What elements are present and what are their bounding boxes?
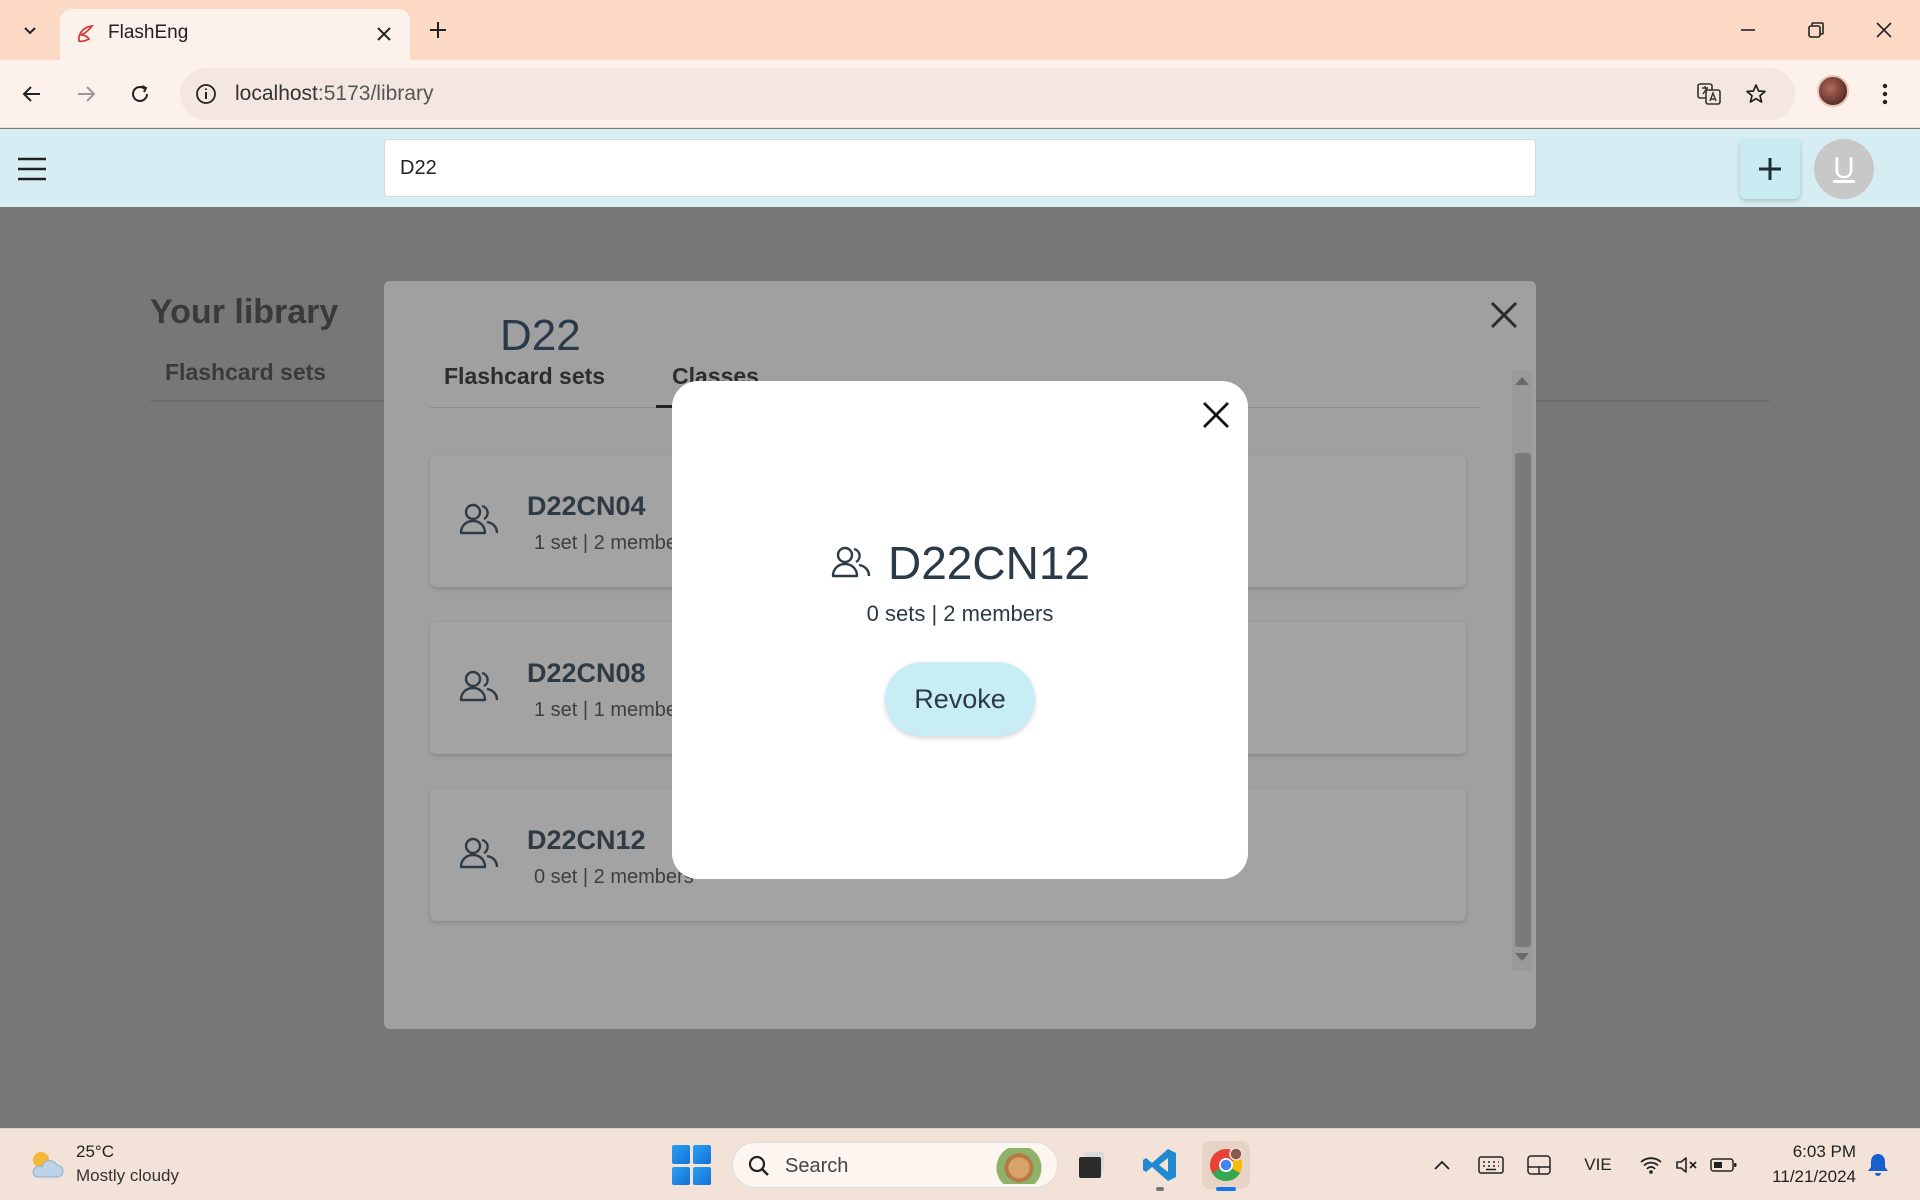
close-window-button[interactable]: [1864, 10, 1904, 50]
show-hidden-icons-chevron-up-icon[interactable]: [1428, 1151, 1456, 1179]
reload-icon: [132, 85, 148, 102]
site-info-icon[interactable]: [194, 82, 218, 106]
arrow-right-icon: [78, 86, 96, 102]
users-icon: [459, 837, 499, 869]
active-indicator: [1216, 1187, 1236, 1191]
close-tab-icon[interactable]: [372, 22, 396, 46]
close-icon[interactable]: [1196, 395, 1236, 435]
touchpad-icon[interactable]: [1524, 1151, 1554, 1179]
url-path: :5173/library: [317, 82, 434, 105]
plus-icon: [1759, 158, 1781, 180]
class-meta: 1 set | 2 members: [534, 532, 694, 554]
arrow-left-icon: [22, 86, 40, 102]
close-icon: [1876, 22, 1892, 38]
class-name: D22CN12: [527, 825, 646, 855]
taskbar-search-label: Search: [785, 1155, 849, 1177]
class-name: D22CN04: [527, 491, 646, 521]
keyboard-icon[interactable]: [1476, 1151, 1506, 1179]
class-detail-dialog: D22CN12 0 sets | 2 members Revoke: [672, 381, 1248, 879]
input-language[interactable]: VIE: [1578, 1151, 1618, 1179]
browser-tab-bar: FlashEng: [0, 0, 1920, 60]
search-highlight-image: [991, 1148, 1047, 1184]
tab-title: FlashEng: [108, 22, 189, 43]
browser-menu-icon[interactable]: [1870, 74, 1900, 114]
battery-icon[interactable]: [1708, 1151, 1740, 1179]
start-button[interactable]: [672, 1145, 712, 1185]
volume-muted-icon[interactable]: [1672, 1151, 1702, 1179]
class-name: D22CN08: [527, 658, 646, 688]
bookmark-star-icon[interactable]: [1742, 80, 1770, 108]
browser-profile-avatar[interactable]: [1817, 75, 1849, 107]
taskbar-search[interactable]: Search: [732, 1142, 1058, 1188]
vscode-icon: [1143, 1149, 1176, 1181]
address-bar[interactable]: localhost:5173/library: [180, 68, 1795, 120]
users-icon: [459, 503, 499, 535]
wifi-icon[interactable]: [1636, 1151, 1666, 1179]
chrome-icon: [1210, 1147, 1243, 1181]
hamburger-menu-icon[interactable]: [14, 151, 50, 187]
windows-logo-tile: [693, 1145, 711, 1164]
windows-logo-tile: [672, 1166, 690, 1185]
reload-button[interactable]: [120, 74, 160, 114]
new-tab-button[interactable]: [420, 12, 456, 48]
close-icon[interactable]: [1484, 295, 1524, 335]
flasheng-favicon-icon: [78, 24, 94, 43]
clock-date[interactable]: 11/21/2024: [1756, 1167, 1856, 1187]
class-meta: 1 set | 1 member: [534, 699, 684, 721]
restore-button[interactable]: [1796, 10, 1836, 50]
revoke-button[interactable]: Revoke: [885, 662, 1035, 736]
url-host: localhost: [235, 82, 318, 105]
scroll-up-arrow-icon[interactable]: [1515, 377, 1529, 385]
weather-temperature: 25°C: [76, 1142, 114, 1161]
clock-time[interactable]: 6:03 PM: [1760, 1142, 1856, 1162]
tab-flashcard-sets[interactable]: Flashcard sets: [444, 363, 605, 390]
page-title: Your library: [150, 293, 339, 331]
class-meta: 0 sets | 2 members: [866, 601, 1054, 626]
running-indicator: [1156, 1187, 1164, 1191]
cloudy-weather-icon[interactable]: [26, 1145, 66, 1185]
windows-logo-tile: [693, 1166, 711, 1185]
user-avatar[interactable]: U: [1814, 139, 1874, 199]
back-button[interactable]: [12, 74, 52, 114]
scrollbar-thumb[interactable]: [1515, 453, 1531, 947]
create-button[interactable]: [1740, 139, 1800, 199]
tab-search-dropdown-icon[interactable]: [12, 12, 48, 48]
terminal-app-icon: [1079, 1152, 1104, 1178]
minimize-icon: [1741, 29, 1755, 31]
browser-toolbar: localhost:5173/library: [0, 60, 1920, 128]
taskbar-app-vscode[interactable]: [1136, 1141, 1184, 1191]
forward-button[interactable]: [66, 74, 106, 114]
users-icon: [831, 546, 871, 578]
results-title: D22: [500, 311, 581, 360]
search-icon: [748, 1155, 769, 1176]
tab-flashcard-sets[interactable]: Flashcard sets: [165, 359, 326, 386]
scroll-down-arrow-icon[interactable]: [1515, 953, 1529, 961]
class-name: D22CN12: [888, 537, 1090, 589]
translate-icon[interactable]: [1695, 80, 1723, 108]
users-icon: [459, 670, 499, 702]
class-meta: 0 set | 2 members: [534, 866, 694, 888]
windows-logo-tile: [672, 1145, 690, 1164]
app-header: U: [0, 129, 1920, 207]
weather-description: Mostly cloudy: [76, 1166, 179, 1185]
minimize-button[interactable]: [1728, 10, 1768, 50]
taskbar-app-chrome[interactable]: [1202, 1141, 1250, 1191]
search-input[interactable]: [384, 139, 1536, 197]
taskbar-app-file-explorer[interactable]: [1068, 1141, 1116, 1189]
plus-icon: [430, 22, 446, 38]
url-text: localhost:5173/library: [235, 82, 433, 106]
browser-tab[interactable]: FlashEng: [60, 9, 410, 60]
restore-icon: [1808, 22, 1824, 38]
notification-bell-icon[interactable]: [1864, 1151, 1892, 1179]
taskbar: 25°C Mostly cloudy Search VIE 6:03 PM 11…: [0, 1128, 1920, 1200]
dialog-heading: D22CN12: [672, 536, 1248, 590]
